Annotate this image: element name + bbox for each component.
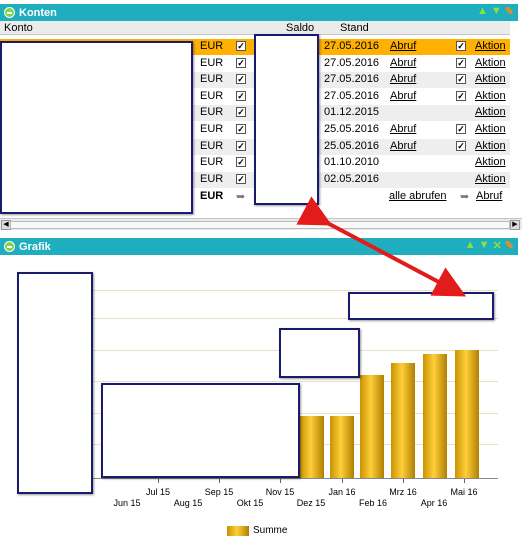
annotation-arrow: [296, 196, 467, 297]
